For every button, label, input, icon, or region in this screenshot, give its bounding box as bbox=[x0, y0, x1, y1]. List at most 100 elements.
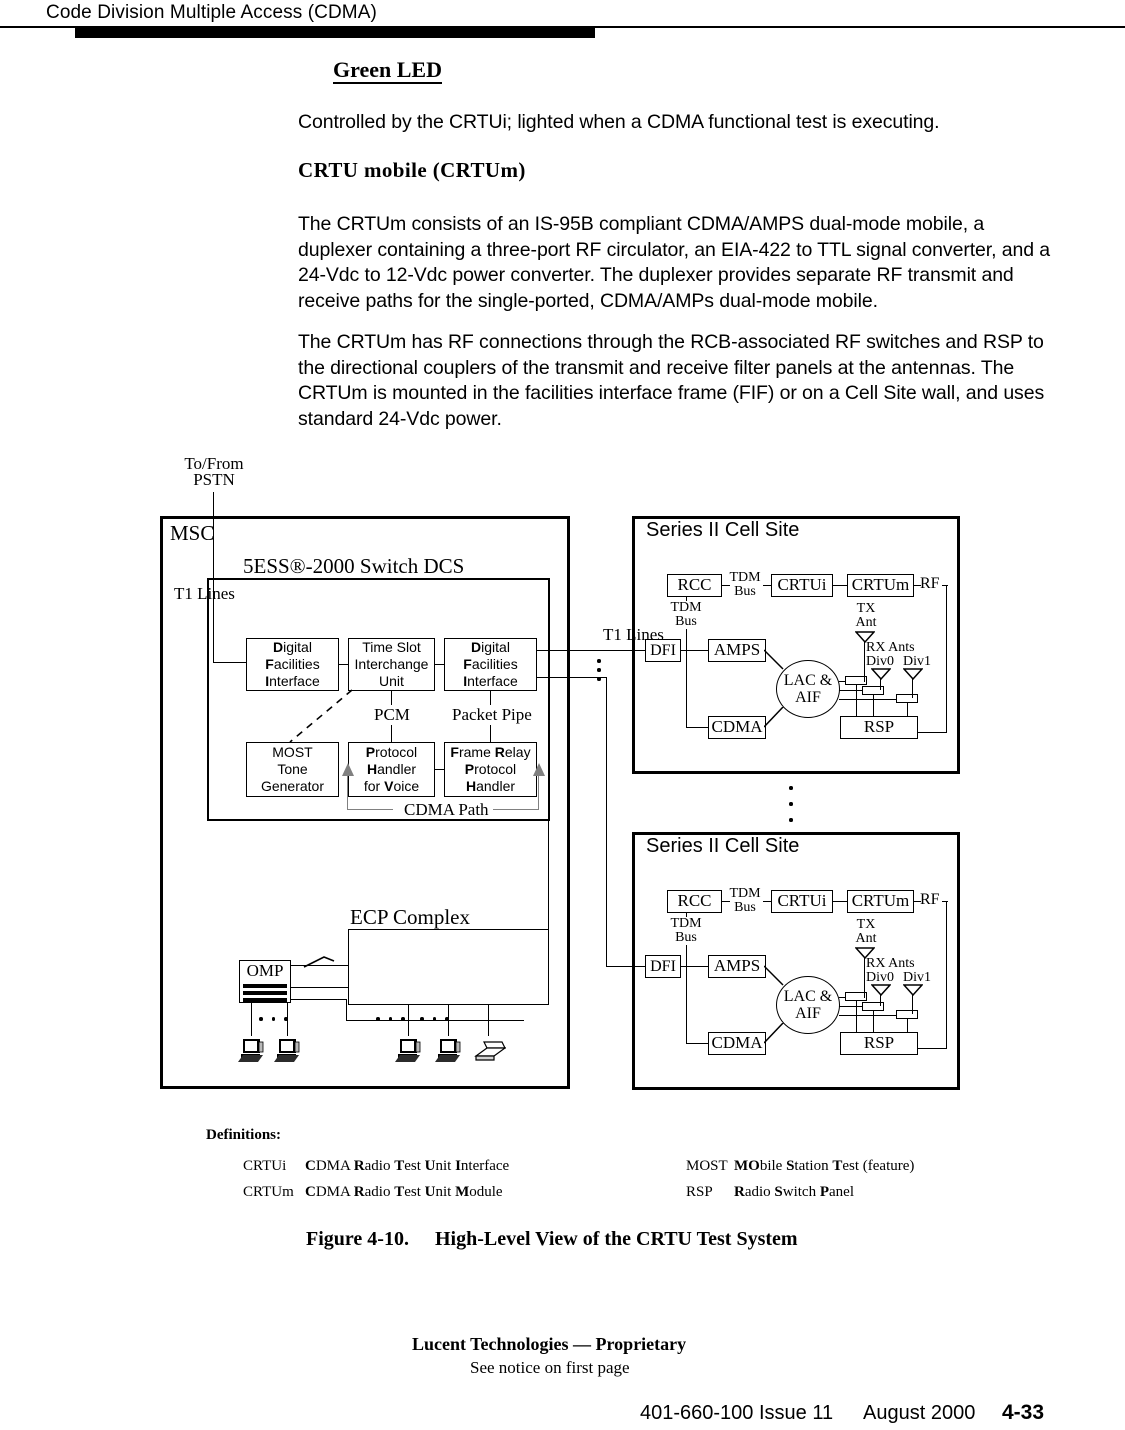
link-phv-frph bbox=[435, 769, 445, 771]
switch-dcs-title: 5ESS®-2000 Switch DCS bbox=[243, 554, 465, 578]
cell2-rcc-label: RCC bbox=[677, 891, 712, 911]
t1-ellipsis-dot-2 bbox=[597, 668, 601, 672]
cell2-div1-feed bbox=[912, 994, 914, 1014]
packet-pipe-label: Packet Pipe bbox=[452, 705, 532, 724]
workstation-icon-3 bbox=[395, 1039, 421, 1062]
cell1-div1-feed bbox=[912, 678, 914, 698]
cell1-coupler-tx-drop bbox=[856, 685, 858, 716]
ecp-terminal-ellipsis-2 bbox=[420, 1017, 458, 1021]
cell1-box-cdma: CDMA bbox=[708, 716, 766, 739]
pcm-link-lower bbox=[391, 725, 393, 742]
cell2-tdm-bus-left-line2: Bus bbox=[675, 930, 697, 945]
omp-link-break-icon bbox=[303, 956, 335, 968]
cell1-rcc-drop-upper bbox=[686, 597, 688, 601]
workstation-icon-4 bbox=[435, 1039, 461, 1062]
cell2-box-rcc: RCC bbox=[667, 890, 722, 913]
printer-icon bbox=[474, 1041, 506, 1061]
footer-notice: See notice on first page bbox=[470, 1358, 630, 1377]
omp-ecp-link-3a bbox=[291, 999, 347, 1001]
packetpipe-link-lower bbox=[490, 725, 492, 742]
figure-caption-number: Figure 4-10. bbox=[306, 1228, 409, 1250]
cell2-amps-lac-link bbox=[764, 965, 784, 986]
cell-site-2-title: Series II Cell Site bbox=[646, 835, 800, 857]
cell1-coupler-div1 bbox=[896, 694, 918, 703]
cdma-path-arrow-left-icon bbox=[342, 763, 354, 776]
msc-label: MSC bbox=[170, 521, 215, 545]
box-digital-facilities-interface-left: Digital Facilities Interface bbox=[246, 638, 339, 691]
cell2-cdma-label: CDMA bbox=[711, 1033, 763, 1053]
omp-ecp-link-2 bbox=[291, 987, 348, 989]
cell1-rcc-drop-lower bbox=[686, 629, 688, 728]
cell2-aif-label: AIF bbox=[795, 1005, 821, 1022]
footer-proprietary: Lucent Technologies — Proprietary bbox=[412, 1334, 687, 1354]
cell2-rf-riser bbox=[946, 901, 948, 1049]
cell2-tdm-bus-top-line2: Bus bbox=[734, 900, 756, 915]
cdma-path-riser-left bbox=[347, 775, 349, 810]
cell2-box-amps: AMPS bbox=[708, 955, 766, 978]
footer-page-number: 4-33 bbox=[1002, 1401, 1045, 1424]
cell2-coupler-tx-drop bbox=[856, 1001, 858, 1032]
ecp-printer-drop bbox=[488, 1005, 490, 1036]
pcm-label: PCM bbox=[374, 705, 410, 724]
cell1-box-rsp: RSP bbox=[840, 716, 918, 739]
cdma-path-line-left bbox=[347, 809, 393, 811]
pstn-label-line2: PSTN bbox=[193, 470, 235, 489]
cell1-crtui-crtum-link bbox=[833, 585, 847, 587]
definition-text-most: MObile Station Test (feature) bbox=[734, 1158, 915, 1174]
cell1-box-dfi: DFI bbox=[645, 639, 681, 662]
cell2-amps-label: AMPS bbox=[713, 956, 761, 976]
cell1-coupler-div1-drop bbox=[907, 703, 909, 716]
cell1-box-crtum: CRTUm bbox=[847, 574, 914, 597]
definition-abbr-crtui: CRTUi bbox=[243, 1158, 287, 1174]
figure-crtu-test-system: To/From PSTN MSC T1 Lines 5ESS®-2000 Swi… bbox=[0, 0, 1125, 1430]
cell2-box-dfi: DFI bbox=[645, 955, 681, 978]
cell2-tx-ant-line2: Ant bbox=[855, 931, 877, 946]
cell1-dfi-to-amps bbox=[681, 650, 708, 652]
cell1-cdma-label: CDMA bbox=[711, 717, 763, 737]
cell-sites-ellipsis-dot-3 bbox=[789, 818, 793, 822]
omp-label: OMP bbox=[246, 961, 284, 980]
cell1-dfi-label: DFI bbox=[650, 641, 676, 659]
cell2-cdma-lac-link bbox=[764, 1023, 784, 1044]
packetpipe-link-upper bbox=[490, 691, 492, 705]
cell2-lac-aif: LAC & AIF bbox=[776, 976, 840, 1034]
cell1-rf-label: RF bbox=[920, 575, 940, 592]
cell2-crtum-label: CRTUm bbox=[851, 891, 910, 911]
cell2-dfi-label: DFI bbox=[650, 957, 676, 975]
document-page: Code Division Multiple Access (CDMA) Gre… bbox=[0, 0, 1125, 1430]
omp-bar-3 bbox=[243, 998, 287, 1002]
ecp-complex-label: ECP Complex bbox=[350, 905, 470, 929]
ecp-terminal-drop-2 bbox=[448, 1005, 450, 1036]
cell1-bus-to-cdma bbox=[686, 727, 708, 729]
box-ecp-complex bbox=[348, 929, 549, 1005]
cell1-div0-feed bbox=[880, 678, 882, 690]
cell2-box-cdma: CDMA bbox=[708, 1032, 766, 1055]
box-protocol-handler-for-voice: Protocol Handler for Voice bbox=[348, 742, 435, 797]
omp-terminal-drop-1 bbox=[251, 1003, 253, 1036]
cell1-coupler-div0-drop bbox=[873, 695, 875, 716]
cell1-box-rcc: RCC bbox=[667, 574, 722, 597]
cell1-box-crtui: CRTUi bbox=[771, 574, 833, 597]
definition-abbr-most: MOST bbox=[686, 1158, 728, 1174]
definition-row-crtum: CRTUm CDMA Radio Test Unit Module bbox=[243, 1184, 503, 1201]
cell2-lac-label: LAC & bbox=[783, 987, 833, 1005]
cell1-tdm-bus-top-line2: Bus bbox=[734, 584, 756, 599]
cell2-dfi-to-amps bbox=[681, 966, 708, 968]
t1-ellipsis-dot-1 bbox=[597, 659, 601, 663]
cell1-box-amps: AMPS bbox=[708, 639, 766, 662]
cell2-coupler-div0-drop bbox=[873, 1011, 875, 1032]
switch-to-ecp-line bbox=[548, 821, 550, 929]
most-dashed-link bbox=[289, 689, 353, 743]
link-tsiu-dfir bbox=[435, 664, 445, 666]
footer-doc-id: 401-660-100 Issue 11 bbox=[640, 1402, 834, 1424]
figure-caption-text: High-Level View of the CRTU Test System bbox=[434, 1228, 798, 1250]
definition-row-rsp: RSP Radio Switch Panel bbox=[686, 1184, 854, 1201]
cell2-div0-feed bbox=[880, 994, 882, 1006]
t1-line-bottom-riser bbox=[606, 677, 608, 967]
omp-terminal-ellipsis bbox=[259, 1017, 297, 1021]
box-most-tone-generator: MOST Tone Generator bbox=[246, 742, 339, 797]
cell1-amps-label: AMPS bbox=[713, 640, 761, 660]
box-time-slot-interchange-unit: Time Slot Interchange Unit bbox=[348, 638, 435, 691]
cell-sites-ellipsis-dot-1 bbox=[789, 786, 793, 790]
definition-row-most: MOST MObile Station Test (feature) bbox=[686, 1158, 914, 1175]
